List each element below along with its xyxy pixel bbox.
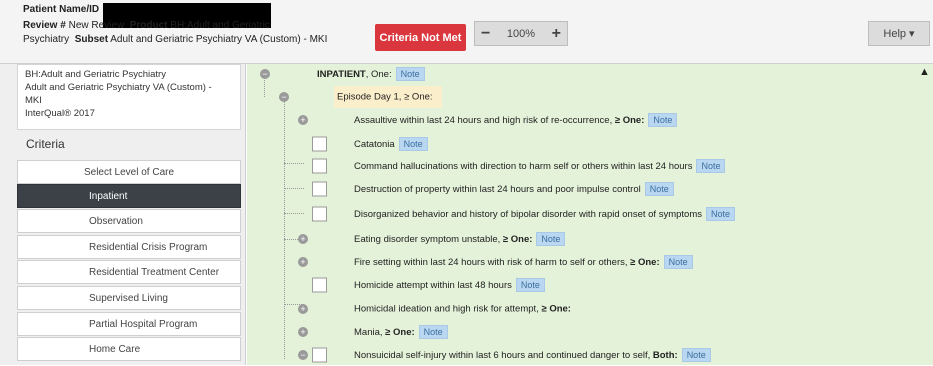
subset-line: Psychiatry Subset Adult and Geriatric Ps… (23, 34, 327, 45)
note-button[interactable]: Note (696, 159, 726, 173)
zoom-out-button[interactable]: − (481, 25, 490, 42)
help-button[interactable]: Help ▾ (868, 21, 930, 46)
select-level-of-care[interactable]: Select Level of Care (17, 160, 241, 184)
zoom-control: − 100% + (474, 21, 568, 46)
criterion-checkbox[interactable] (312, 277, 327, 293)
criterion-text: Nonsuicidal self-injury within last 6 ho… (354, 348, 711, 362)
criterion-text: Fire setting within last 24 hours with r… (354, 255, 693, 269)
note-button[interactable]: Note (395, 67, 425, 81)
sidebar: BH:Adult and Geriatric Psychiatry Adult … (0, 64, 246, 365)
summary-version: InterQual® 2017 (25, 108, 95, 119)
tree-row: + Eating disorder symptom unstable, ≥ On… (247, 228, 933, 250)
tree-row: + Fire setting within last 24 hours with… (247, 251, 933, 273)
note-button[interactable]: Note (644, 182, 674, 196)
criteria-tree: − INPATIENT, One: Note − Episode Day 1, ≥… (247, 64, 933, 365)
product-value-1: BH:Adult and Geriatric (170, 20, 270, 31)
subset-label: Subset (74, 34, 109, 45)
product-label: Product (129, 20, 168, 31)
sidebar-item-supervised-living[interactable]: Supervised Living (17, 286, 241, 310)
collapse-icon[interactable]: − (260, 69, 270, 79)
criterion-checkbox[interactable] (312, 347, 327, 363)
summary-product: BH:Adult and Geriatric Psychiatry (25, 69, 166, 80)
tree-row: + Assaultive within last 24 hours and hi… (247, 109, 933, 131)
tree-row-episode: − Episode Day 1, ≥ One: (247, 86, 933, 108)
tree-row: Catatonia Note (247, 133, 933, 155)
criterion-checkbox[interactable] (312, 181, 327, 197)
criterion-checkbox[interactable] (312, 158, 327, 174)
sidebar-item-partial-hospital[interactable]: Partial Hospital Program (17, 312, 241, 336)
criterion-text: Command hallucinations with direction to… (354, 159, 726, 173)
criterion-text: Homicide attempt within last 48 hours Not… (354, 278, 545, 292)
note-button[interactable]: Note (705, 207, 735, 221)
note-button[interactable]: Note (515, 278, 545, 292)
criterion-checkbox[interactable] (312, 136, 327, 152)
criterion-text: Homicidal ideation and high risk for att… (354, 303, 571, 315)
expand-icon[interactable]: + (298, 327, 308, 337)
collapse-icon[interactable]: − (298, 350, 308, 360)
collapse-icon[interactable]: − (279, 92, 289, 102)
zoom-in-button[interactable]: + (552, 25, 561, 42)
tree-row: Destruction of property within last 24 h… (247, 178, 933, 200)
patient-line: Patient Name/ID (23, 4, 99, 15)
sidebar-item-observation[interactable]: Observation (17, 209, 241, 233)
tree-label-episode: Episode Day 1, ≥ One: (337, 91, 433, 103)
tree-row: − Nonsuicidal self-injury within last 6 … (247, 344, 933, 366)
product-summary: BH:Adult and Geriatric Psychiatry Adult … (17, 64, 241, 130)
tree-row-inpatient: − INPATIENT, One: Note (247, 63, 933, 85)
criterion-text: Destruction of property within last 24 h… (354, 182, 674, 196)
tree-row: Homicide attempt within last 48 hours Not… (247, 274, 933, 296)
patient-label: Patient Name/ID (23, 4, 100, 15)
tree-row: + Homicidal ideation and high risk for a… (247, 298, 933, 320)
subset-value: Adult and Geriatric Psychiatry VA (Custo… (110, 34, 328, 45)
expand-icon[interactable]: + (298, 304, 308, 314)
criterion-text: Assaultive within last 24 hours and high… (354, 113, 678, 127)
note-button[interactable]: Note (663, 255, 693, 269)
criterion-text: Eating disorder symptom unstable, ≥ One:… (354, 232, 566, 246)
zoom-level: 100% (506, 27, 536, 40)
caret-down-icon: ▾ (909, 28, 915, 40)
expand-icon[interactable]: + (298, 257, 308, 267)
note-button[interactable]: Note (398, 137, 428, 151)
note-button[interactable]: Note (418, 325, 448, 339)
sidebar-item-residential-crisis[interactable]: Residential Crisis Program (17, 235, 241, 259)
summary-subset: Adult and Geriatric Psychiatry VA (Custo… (25, 82, 212, 93)
summary-subset-suffix: MKI (25, 95, 42, 106)
tree-label-inpatient: INPATIENT, One: Note (317, 67, 425, 81)
criterion-text: Catatonia Note (354, 137, 428, 151)
expand-icon[interactable]: + (298, 234, 308, 244)
criteria-heading: Criteria (26, 137, 65, 151)
note-button[interactable]: Note (648, 113, 678, 127)
tree-row: Command hallucinations with direction to… (247, 155, 933, 177)
sidebar-item-residential-treatment[interactable]: Residential Treatment Center (17, 260, 241, 284)
expand-icon[interactable]: + (298, 115, 308, 125)
scroll-up-icon[interactable]: ▲ (919, 66, 930, 78)
help-label: Help (883, 27, 907, 40)
criteria-status-button[interactable]: Criteria Not Met (375, 24, 466, 51)
review-label: Review # (23, 20, 66, 31)
note-button[interactable]: Note (536, 232, 566, 246)
criterion-checkbox[interactable] (312, 206, 327, 222)
tree-row: Disorganized behavior and history of bip… (247, 203, 933, 225)
note-button[interactable]: Note (681, 348, 711, 362)
product-value-2: Psychiatry (23, 34, 70, 45)
criterion-text: Disorganized behavior and history of bip… (354, 207, 735, 221)
criterion-text: Mania, ≥ One: Note (354, 325, 448, 339)
review-value: New Review (68, 20, 125, 31)
sidebar-item-home-care[interactable]: Home Care (17, 337, 241, 361)
review-line: Review # New Review Product BH:Adult and… (23, 20, 270, 31)
tree-row: + Mania, ≥ One: Note (247, 321, 933, 343)
sidebar-item-inpatient[interactable]: Inpatient (17, 184, 241, 208)
review-header: Patient Name/ID Review # New Review Prod… (0, 0, 933, 64)
